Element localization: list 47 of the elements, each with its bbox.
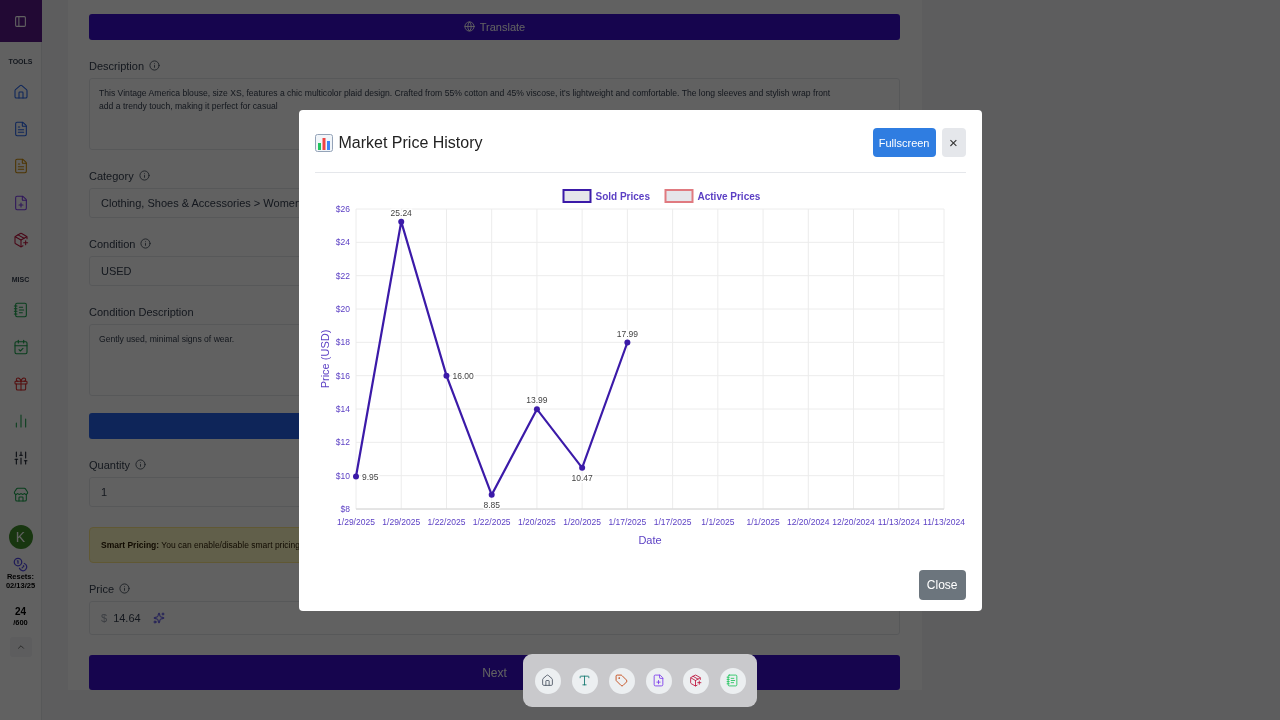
notice-text: Smart Pricing: You can enable/disable smart pricing [101, 539, 300, 550]
data-label: 9.95 [361, 471, 379, 481]
credits-count: 24 [14, 606, 27, 618]
field-label: Description [89, 59, 145, 72]
x-tick-label: 11/13/2024 [922, 516, 965, 527]
y-tick-label: $22 [335, 270, 350, 281]
text-line: add a trendy touch, making it perfect for casual [99, 100, 278, 111]
x-tick-label: 1/17/2025 [607, 516, 646, 527]
y-tick-label: $26 [335, 203, 350, 214]
field-label: Category [89, 169, 134, 182]
x-tick-label: 1/22/2025 [472, 516, 511, 527]
y-tick-label: $24 [335, 236, 350, 247]
x-tick-label: 1/17/2025 [653, 516, 692, 527]
text-line: This Vintage America blouse, size XS, features a chic multicolor plaid design. Crafted from 55% cotton and 45% viscose, it's lightweight and comfortable. The long sleeves and stylish wrap front [99, 87, 831, 98]
data-label: 17.99 [616, 328, 638, 338]
x-tick-label: 1/29/2025 [381, 516, 420, 527]
price-value: 14.64 [113, 611, 141, 624]
data-label: 16.00 [451, 370, 474, 381]
field-label: Condition [89, 237, 136, 250]
field-label: Price [89, 582, 115, 595]
y-tick-label: $8 [340, 503, 350, 514]
y-tick-label: $10 [335, 470, 350, 481]
x-tick-label: 1/29/2025 [336, 516, 375, 527]
x-tick-label: 12/20/2024 [831, 516, 875, 527]
x-tick-label: 1/1/2025 [700, 516, 734, 527]
x-tick-label: 1/22/2025 [427, 516, 465, 527]
x-tick-label: 1/20/2025 [562, 516, 601, 527]
data-label: 10.47 [571, 472, 593, 483]
x-axis-title: Date [637, 533, 662, 546]
data-label: 8.85 [482, 499, 500, 510]
dialog-title: Market Price History [338, 133, 484, 152]
x-tick-label: 12/20/2024 [786, 516, 830, 527]
field-label: Condition Description [89, 305, 194, 318]
text-line: Gently used, minimal signs of wear. [99, 333, 235, 344]
y-tick-label: $20 [335, 303, 350, 314]
y-tick-label: $18 [335, 336, 350, 347]
x-tick-label: 11/13/2024 [877, 516, 920, 527]
data-label: 25.24 [390, 207, 412, 218]
currency-symbol: $ [101, 611, 108, 624]
data-label: 13.99 [525, 394, 548, 405]
x-tick-label: 1/20/2025 [517, 516, 556, 527]
x-tick-label: 1/1/2025 [746, 516, 780, 527]
field-label: Quantity [89, 458, 130, 471]
y-tick-label: $14 [335, 403, 350, 414]
y-tick-label: $16 [335, 370, 350, 381]
y-axis-title: Price (USD) [318, 329, 331, 388]
y-tick-label: $12 [335, 436, 350, 447]
